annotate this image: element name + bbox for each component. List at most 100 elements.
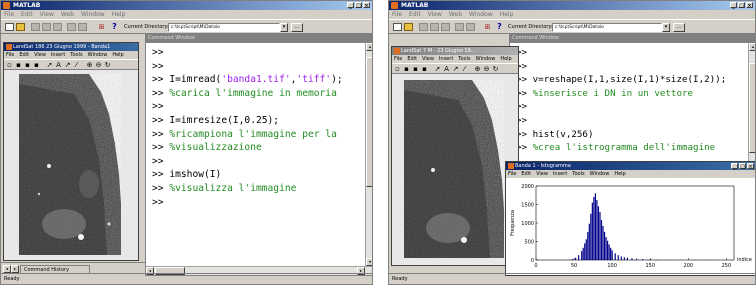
fig-zoom-in-icon[interactable]: ⊕ — [474, 66, 481, 73]
fig-menu-view[interactable]: View — [422, 55, 434, 63]
browse-button[interactable]: ... — [673, 23, 685, 32]
directory-dropdown-button[interactable]: ▾ — [280, 23, 288, 32]
fig-line-icon[interactable]: ↗ — [64, 62, 71, 69]
fig-menu-view[interactable]: View — [34, 51, 46, 59]
fig-menu-file[interactable]: File — [394, 55, 402, 63]
maximize-button[interactable]: □ — [355, 2, 362, 9]
hist-menu-window[interactable]: Window — [590, 170, 610, 178]
fig-rotate-icon[interactable]: ↻ — [104, 62, 111, 69]
fig-menu-file[interactable]: File — [6, 51, 14, 59]
minimize-button[interactable]: _ — [347, 2, 354, 9]
fig-new-icon[interactable]: ▫ — [6, 62, 13, 69]
redo-icon[interactable] — [466, 23, 475, 31]
help-icon[interactable]: ? — [110, 23, 119, 31]
paste-icon[interactable] — [53, 23, 62, 31]
fig-menu-help[interactable]: Help — [500, 55, 511, 63]
hist-menu-tools[interactable]: Tools — [572, 170, 584, 178]
fig-menu-tools[interactable]: Tools — [458, 55, 470, 63]
menu-window[interactable]: Window — [469, 10, 493, 19]
fig-arrow-icon[interactable]: ➚ — [434, 66, 441, 73]
menu-web[interactable]: Web — [449, 10, 462, 19]
fig-open-icon[interactable]: ▪ — [15, 62, 22, 69]
code-text: imshow(I) — [169, 169, 222, 181]
close-button[interactable]: × — [363, 2, 370, 9]
menu-help[interactable]: Help — [500, 10, 514, 19]
directory-dropdown-button[interactable]: ▾ — [662, 23, 670, 32]
fig-open-icon[interactable]: ▪ — [403, 66, 410, 73]
fig-text-icon[interactable]: A — [55, 62, 62, 69]
browse-button[interactable]: ... — [291, 23, 303, 32]
new-file-icon[interactable] — [5, 23, 14, 31]
help-icon[interactable]: ? — [495, 23, 504, 31]
tab-scroll-left-icon[interactable]: ◂ — [3, 265, 11, 273]
menu-window[interactable]: Window — [81, 10, 105, 19]
menu-file[interactable]: File — [4, 10, 14, 19]
fig-zoom-out-icon[interactable]: ⊖ — [95, 62, 102, 69]
fig-menu-insert[interactable]: Insert — [51, 51, 65, 59]
menu-view[interactable]: View — [428, 10, 442, 19]
open-folder-icon[interactable] — [404, 23, 413, 31]
copy-icon[interactable] — [42, 23, 51, 31]
new-file-icon[interactable] — [393, 23, 402, 31]
fig-rotate-icon[interactable]: ↻ — [492, 66, 499, 73]
fig-line-icon[interactable]: ↗ — [452, 66, 459, 73]
fig-menu-tools[interactable]: Tools — [70, 51, 82, 59]
hist-menu-view[interactable]: View — [536, 170, 548, 178]
hist-minimize-button[interactable]: _ — [731, 163, 738, 170]
scroll-up-icon[interactable]: ▴ — [366, 43, 372, 51]
fig-menu-window[interactable]: Window — [476, 55, 496, 63]
fig-print-icon[interactable]: ▪ — [33, 62, 40, 69]
fig-new-icon[interactable]: ▫ — [394, 66, 401, 73]
redo-icon[interactable] — [78, 23, 87, 31]
close-button[interactable]: × — [746, 2, 753, 9]
fig-menu-edit[interactable]: Edit — [407, 55, 417, 63]
scroll-down-icon[interactable]: ▾ — [366, 258, 372, 266]
scroll-thumb[interactable] — [366, 57, 372, 187]
hist-maximize-button[interactable]: □ — [739, 163, 746, 170]
scroll-thumb[interactable] — [749, 63, 755, 153]
menu-edit[interactable]: Edit — [21, 10, 33, 19]
fig-menu-insert[interactable]: Insert — [439, 55, 453, 63]
fig-save-icon[interactable]: ▪ — [412, 66, 419, 73]
hist-close-button[interactable]: × — [747, 163, 754, 170]
fig-draw-icon[interactable]: ⁄ — [73, 62, 80, 69]
cut-icon[interactable] — [419, 23, 428, 31]
fig-draw-icon[interactable]: ⁄ — [461, 66, 468, 73]
maximize-button[interactable]: □ — [738, 2, 745, 9]
undo-icon[interactable] — [455, 23, 464, 31]
paste-icon[interactable] — [441, 23, 450, 31]
fig-menu-help[interactable]: Help — [112, 51, 123, 59]
fig-zoom-in-icon[interactable]: ⊕ — [86, 62, 93, 69]
simulink-icon[interactable]: ⊞ — [97, 23, 106, 31]
menu-file[interactable]: File — [392, 10, 402, 19]
hist-menu-edit[interactable]: Edit — [521, 170, 531, 178]
fig-menu-edit[interactable]: Edit — [19, 51, 29, 59]
hist-menu-insert[interactable]: Insert — [553, 170, 567, 178]
open-folder-icon[interactable] — [16, 23, 25, 31]
figure-menu-bar: File Edit View Insert Tools Window Help — [4, 51, 138, 59]
cut-icon[interactable] — [31, 23, 40, 31]
command-window[interactable]: >> >> >> I=imread('banda1.tif','tiff'); >… — [145, 42, 372, 276]
menu-view[interactable]: View — [40, 10, 54, 19]
vertical-scrollbar[interactable]: ▴ ▾ — [365, 43, 372, 266]
minimize-button[interactable]: _ — [730, 2, 737, 9]
menu-web[interactable]: Web — [61, 10, 74, 19]
fig-text-icon[interactable]: A — [443, 66, 450, 73]
hist-menu-help[interactable]: Help — [614, 170, 625, 178]
histogram-canvas: 0 50 100 150 200 250 0 500 1000 1500 2000 Frequenza… — [506, 178, 755, 275]
copy-icon[interactable] — [430, 23, 439, 31]
fig-save-icon[interactable]: ▪ — [24, 62, 31, 69]
scroll-up-icon[interactable]: ▴ — [749, 43, 755, 51]
fig-arrow-icon[interactable]: ➚ — [46, 62, 53, 69]
current-directory-field[interactable]: c:\tcp\Script\M\Dataio — [168, 23, 280, 32]
menu-help[interactable]: Help — [112, 10, 126, 19]
fig-menu-window[interactable]: Window — [88, 51, 108, 59]
tab-scroll-right-icon[interactable]: ▸ — [11, 265, 19, 273]
current-directory-field[interactable]: c:\tcp\Script\M\Dataio — [552, 23, 662, 32]
menu-edit[interactable]: Edit — [409, 10, 421, 19]
fig-print-icon[interactable]: ▪ — [421, 66, 428, 73]
fig-zoom-out-icon[interactable]: ⊖ — [483, 66, 490, 73]
undo-icon[interactable] — [67, 23, 76, 31]
simulink-icon[interactable]: ⊞ — [483, 23, 492, 31]
hist-menu-file[interactable]: File — [508, 170, 516, 178]
